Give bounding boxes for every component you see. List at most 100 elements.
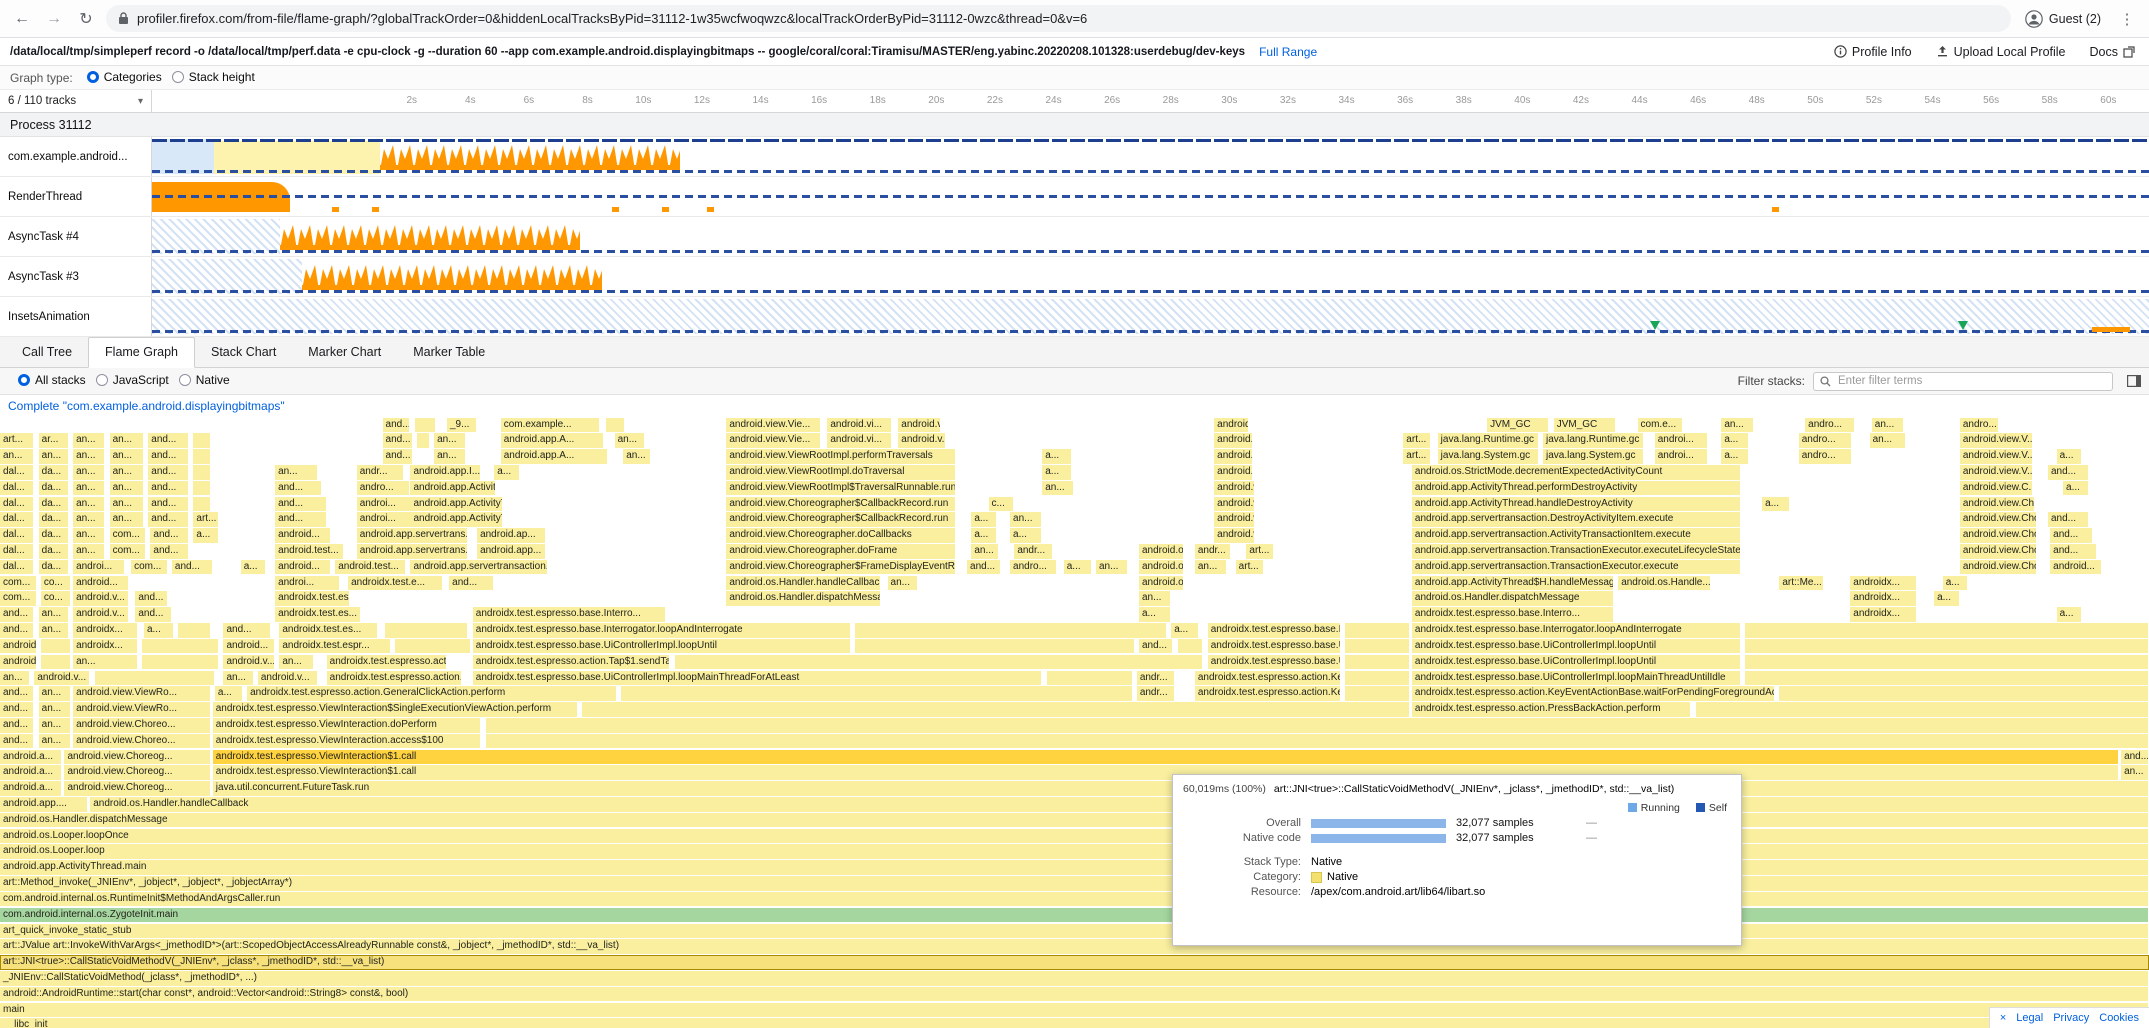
flame-cell[interactable]: dal... — [0, 465, 34, 480]
track-graph[interactable] — [152, 217, 2149, 256]
flame-cell[interactable] — [675, 655, 1204, 670]
flame-cell[interactable]: android.app.servertransaction.DestroyAct… — [1412, 512, 1741, 527]
flame-cell[interactable]: android.view.Cho... — [1960, 512, 2037, 527]
flame-cell[interactable]: android.view.C... — [1960, 481, 2033, 496]
flame-cell[interactable]: androidx.test.espresso.base.Interrogator… — [473, 623, 851, 638]
flame-cell[interactable]: androidx.test.espresso.action.KeyEvent..… — [1195, 671, 1341, 686]
tab-marker-chart[interactable]: Marker Chart — [292, 338, 397, 367]
flame-cell[interactable]: com... — [0, 591, 37, 606]
flame-cell[interactable]: and... — [148, 512, 189, 527]
docs-link[interactable]: Docs — [2090, 45, 2135, 59]
flame-cell[interactable]: android.view.Cho... — [1960, 528, 2037, 543]
flame-cell[interactable] — [1696, 702, 2149, 717]
flame-cell[interactable]: an... — [971, 544, 999, 559]
profile-info-button[interactable]: Profile Info — [1834, 45, 1912, 59]
flame-cell[interactable]: androidx.test.espresso.action.KeyEventAc… — [1412, 686, 1775, 701]
flame-cell[interactable] — [1779, 686, 2149, 701]
flame-cell[interactable]: andr... — [1137, 686, 1176, 701]
flame-cell[interactable]: art_quick_invoke_static_stub — [0, 924, 2149, 939]
flame-cell[interactable]: com.android.internal.os.ZygoteInit.main — [0, 908, 2149, 923]
tab-flame-graph[interactable]: Flame Graph — [88, 337, 195, 368]
flame-cell[interactable]: android.v... — [34, 671, 90, 686]
track-label-com-example-android[interactable]: com.example.android... — [0, 137, 152, 176]
flame-cell[interactable]: com... — [110, 528, 147, 543]
track-graph[interactable] — [152, 137, 2149, 176]
flame-cell[interactable] — [193, 449, 210, 464]
flame-cell[interactable] — [855, 639, 1134, 654]
flame-cell[interactable]: android.app.servertransaction.ActivityTr… — [1412, 528, 1741, 543]
flame-cell[interactable]: android.v... — [1214, 449, 1253, 464]
flame-cell[interactable]: android.os.Handle... — [1618, 576, 1710, 591]
flame-cell[interactable] — [606, 418, 625, 433]
flame-cell[interactable]: android.app.servertransaction.Transactio… — [1412, 544, 1741, 559]
flame-cell[interactable]: androidx.test.espresso.base.Interro... — [473, 607, 666, 622]
footer-link-legal[interactable]: Legal — [2016, 1012, 2043, 1024]
flame-cell[interactable]: and... — [275, 512, 327, 527]
footer-link-cookies[interactable]: Cookies — [2099, 1012, 2139, 1024]
flame-cell[interactable]: android.v... — [0, 655, 37, 670]
flame-cell[interactable]: art... — [1236, 560, 1264, 575]
flame-cell[interactable]: android.view.ViewRo... — [73, 686, 211, 701]
flame-cell[interactable]: android.app.ActivityThread.handleDestroy… — [1412, 497, 1741, 512]
flame-cell[interactable]: android.app.A... — [501, 433, 604, 448]
flame-cell[interactable]: art::Method_invoke(_JNIEnv*, _jobject*, … — [0, 876, 2149, 891]
flame-cell[interactable]: androidx... — [1850, 591, 1917, 606]
flame-cell[interactable]: android.view.Vie... — [726, 418, 821, 433]
flame-cell[interactable]: android.app.ActivityThread.main — [0, 860, 2149, 875]
flame-cell[interactable]: android.vi... — [1214, 528, 1255, 543]
track-label-insetsanimation[interactable]: InsetsAnimation — [0, 297, 152, 336]
upload-local-profile-button[interactable]: Upload Local Profile — [1936, 45, 2066, 59]
flame-cell[interactable]: androidx... — [1850, 607, 1917, 622]
flame-cell[interactable]: an... — [2121, 765, 2149, 780]
flame-cell[interactable]: art... — [1403, 449, 1431, 464]
flame-cell[interactable]: com... — [110, 544, 147, 559]
flame-cell[interactable]: androi... — [275, 576, 339, 591]
flame-cell[interactable] — [582, 702, 1409, 717]
flame-cell[interactable]: an... — [1721, 418, 1753, 433]
flame-cell[interactable]: android.view.Choreo... — [73, 734, 211, 749]
flame-cell[interactable] — [142, 655, 219, 670]
flame-cell[interactable]: androi... — [1655, 449, 1709, 464]
flame-cell[interactable]: JVM_GC — [1554, 418, 1616, 433]
flame-cell[interactable]: android.view.Choreographer$FrameDisplayE… — [726, 560, 956, 575]
flame-cell[interactable]: and... — [0, 734, 34, 749]
flame-cell[interactable]: and... — [150, 528, 189, 543]
flame-cell[interactable]: and... — [223, 623, 270, 638]
flame-cell[interactable]: androidx.test.espresso.ViewInteraction$1… — [213, 765, 2119, 780]
flame-cell[interactable]: java.lang.Runtime.gc — [1438, 433, 1539, 448]
flame-cell[interactable]: android.app.servertrans... — [357, 528, 469, 543]
flame-cell[interactable]: da... — [39, 465, 69, 480]
flame-cell[interactable]: and... — [0, 686, 34, 701]
flame-cell[interactable]: an... — [623, 449, 651, 464]
flame-cell[interactable] — [385, 623, 469, 638]
flame-cell[interactable]: an... — [39, 734, 71, 749]
flame-cell[interactable]: android.view.Vie... — [726, 433, 821, 448]
flame-cell[interactable]: android.view.ViewRo... — [73, 702, 211, 717]
flame-cell[interactable]: androidx.test.espr... — [279, 639, 391, 654]
flame-cell[interactable]: and... — [0, 718, 34, 733]
flame-cell[interactable]: a... — [971, 528, 997, 543]
flame-cell[interactable]: a... — [2063, 481, 2089, 496]
flame-cell[interactable] — [1745, 623, 2149, 638]
flame-cell[interactable]: a... — [144, 623, 174, 638]
flame-cell[interactable]: a... — [1934, 591, 1960, 606]
profile-chip[interactable]: Guest (2) — [2019, 10, 2107, 28]
flame-cell[interactable]: android::AndroidRuntime::start(char cons… — [0, 987, 2149, 1002]
track-graph[interactable] — [152, 257, 2149, 296]
flame-cell[interactable]: an... — [0, 449, 34, 464]
flame-cell[interactable]: a... — [215, 686, 243, 701]
flame-cell[interactable]: android... — [275, 528, 331, 543]
flame-cell[interactable]: android.app.servertransaction.Transactio… — [1412, 560, 1741, 575]
flame-cell[interactable] — [486, 718, 2149, 733]
flame-cell[interactable]: and... — [2048, 465, 2089, 480]
flame-cell[interactable]: android.v... — [898, 418, 941, 433]
flame-cell[interactable] — [1745, 639, 2149, 654]
flame-cell[interactable]: an... — [73, 433, 105, 448]
flame-cell[interactable]: android.vi... — [827, 418, 891, 433]
flame-cell[interactable]: android.app.ActivityThread$H.handleMessa… — [1412, 576, 1614, 591]
flame-cell[interactable]: android.app.ActivityT... — [410, 497, 502, 512]
flame-cell[interactable]: androidx.test.espresso.action.GeneralCli… — [247, 686, 617, 701]
flame-cell[interactable]: androidx.test.espresso.base.UiController… — [1412, 671, 1741, 686]
flame-cell[interactable]: an... — [1195, 560, 1227, 575]
flame-cell[interactable]: an... — [39, 702, 71, 717]
